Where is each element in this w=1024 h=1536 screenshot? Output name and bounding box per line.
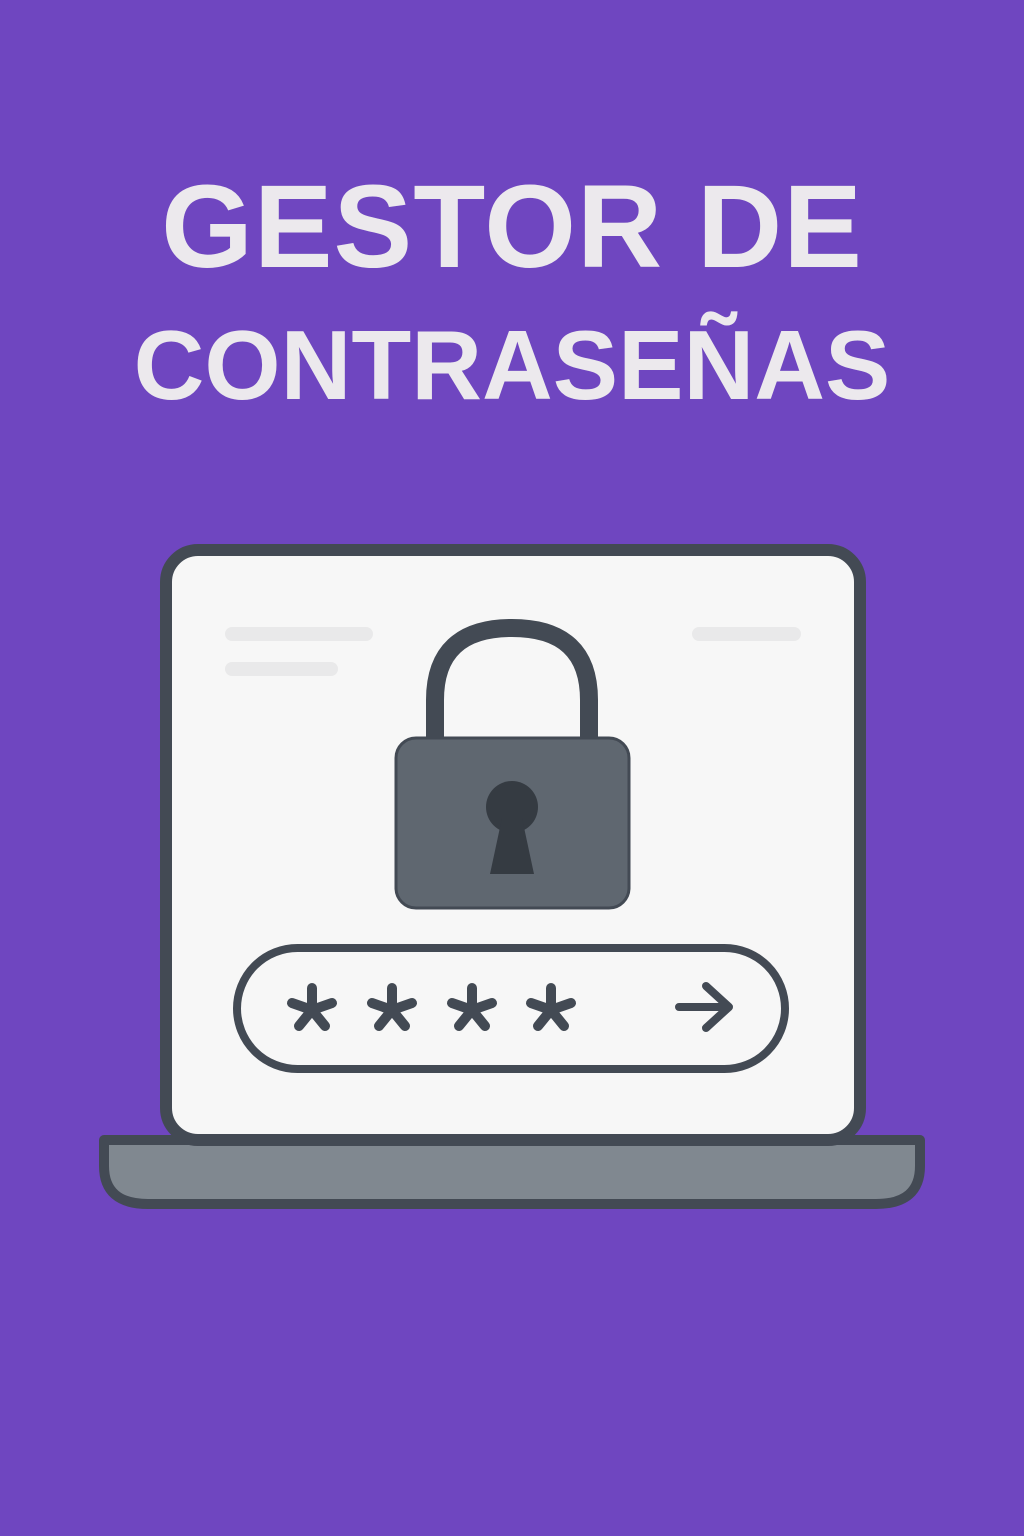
- placeholder-line: [225, 627, 373, 641]
- placeholder-line: [225, 662, 338, 676]
- laptop-base: [99, 1135, 925, 1209]
- placeholder-line: [692, 627, 801, 641]
- password-input[interactable]: [233, 944, 789, 1073]
- laptop-illustration: [0, 0, 1024, 1536]
- laptop-icon: [99, 544, 925, 1209]
